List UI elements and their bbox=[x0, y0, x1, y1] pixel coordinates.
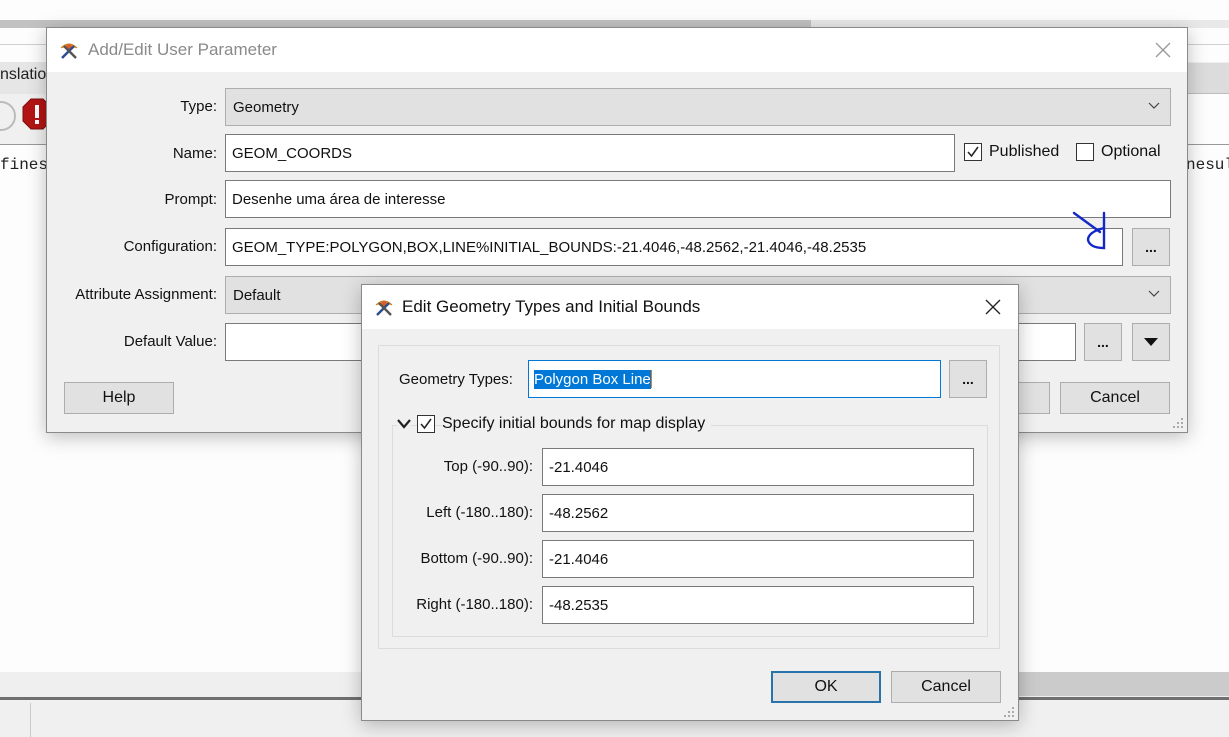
cancel-button[interactable]: Cancel bbox=[891, 671, 1001, 703]
background-status-separator bbox=[30, 703, 31, 737]
background-tab-label[interactable]: nslatio bbox=[0, 66, 46, 84]
prompt-input[interactable]: Desenhe uma área de interesse bbox=[225, 180, 1171, 218]
attribute-assignment-value: Default bbox=[233, 286, 281, 304]
geometry-types-input[interactable]: Polygon Box Line bbox=[528, 360, 941, 398]
right-bound-label: Right (-180..180): bbox=[416, 596, 533, 613]
background-log-text: fines bbox=[0, 156, 49, 174]
text-cursor bbox=[650, 370, 652, 388]
background-tab-strip-right bbox=[1186, 62, 1229, 94]
collapse-chevron-icon[interactable] bbox=[397, 419, 411, 429]
bounds-group-label[interactable]: Specify initial bounds for map display bbox=[442, 415, 712, 433]
cancel-button-label: Cancel bbox=[921, 678, 971, 695]
top-bound-label: Top (-90..90): bbox=[443, 458, 533, 475]
configuration-edit-button[interactable]: ... bbox=[1132, 228, 1170, 266]
geometry-types-selected-text: Polygon Box Line bbox=[534, 369, 651, 389]
annotation-scribble-icon bbox=[1072, 211, 1106, 250]
geometry-types-label: Geometry Types: bbox=[399, 371, 513, 388]
type-label: Type: bbox=[180, 98, 217, 115]
dialog-title: Add/Edit User Parameter bbox=[88, 40, 277, 59]
configuration-label: Configuration: bbox=[123, 238, 217, 255]
optional-label[interactable]: Optional bbox=[1101, 143, 1161, 161]
name-label: Name: bbox=[172, 145, 217, 162]
top-bound-input[interactable]: -21.4046 bbox=[542, 448, 974, 486]
ellipsis-label: ... bbox=[962, 371, 974, 387]
help-button-label: Help bbox=[102, 389, 136, 406]
chevron-down-icon bbox=[1148, 102, 1160, 109]
chevron-down-icon bbox=[1148, 290, 1160, 297]
close-icon[interactable] bbox=[983, 297, 1003, 317]
ellipsis-label: ... bbox=[1097, 334, 1109, 350]
background-panel-border-right bbox=[1186, 144, 1229, 145]
dialog-title: Edit Geometry Types and Initial Bounds bbox=[402, 297, 701, 316]
bottom-bound-label: Bottom (-90..90): bbox=[420, 550, 533, 567]
default-value-edit-button[interactable]: ... bbox=[1084, 323, 1122, 361]
close-icon[interactable] bbox=[1153, 40, 1173, 60]
default-value-label: Default Value: bbox=[123, 333, 217, 350]
attribute-assignment-label: Attribute Assignment: bbox=[75, 286, 217, 303]
triangle-down-icon bbox=[1144, 338, 1158, 346]
prompt-label: Prompt: bbox=[164, 191, 217, 208]
optional-checkbox[interactable] bbox=[1076, 143, 1094, 161]
checkmark-icon bbox=[420, 418, 432, 430]
published-label[interactable]: Published bbox=[989, 143, 1059, 161]
cancel-button-label: Cancel bbox=[1090, 389, 1140, 406]
ok-button[interactable]: OK bbox=[771, 671, 881, 703]
ellipsis-label: ... bbox=[1145, 239, 1157, 255]
ok-button-label: OK bbox=[814, 678, 838, 695]
published-checkbox[interactable] bbox=[964, 143, 982, 161]
edit-geometry-types-dialog: Edit Geometry Types and Initial Bounds G… bbox=[361, 284, 1019, 721]
dialog-titlebar[interactable]: Add/Edit User Parameter bbox=[47, 28, 1187, 72]
background-log-text-right: nesul bbox=[1186, 156, 1229, 174]
type-value: Geometry bbox=[233, 98, 299, 116]
checkmark-icon bbox=[967, 146, 979, 158]
dialog-titlebar[interactable]: Edit Geometry Types and Initial Bounds bbox=[362, 285, 1018, 329]
cancel-button[interactable]: Cancel bbox=[1060, 382, 1170, 414]
configuration-input[interactable]: GEOM_TYPE:POLYGON,BOX,LINE%INITIAL_BOUND… bbox=[225, 228, 1123, 266]
left-bound-input[interactable]: -48.2562 bbox=[542, 494, 974, 532]
resize-grip-icon[interactable] bbox=[1172, 417, 1184, 429]
default-value-menu-button[interactable] bbox=[1132, 323, 1170, 361]
fme-app-icon bbox=[375, 300, 393, 316]
geometry-types-edit-button[interactable]: ... bbox=[949, 360, 987, 398]
type-dropdown[interactable]: Geometry bbox=[225, 88, 1171, 126]
bottom-bound-input[interactable]: -21.4046 bbox=[542, 540, 974, 578]
right-bound-input[interactable]: -48.2535 bbox=[542, 586, 974, 624]
background-panel-border bbox=[0, 144, 50, 145]
left-bound-label: Left (-180..180): bbox=[426, 504, 533, 521]
bounds-checkbox[interactable] bbox=[417, 415, 435, 433]
fme-app-icon bbox=[60, 43, 78, 59]
name-input[interactable]: GEOM_COORDS bbox=[225, 134, 955, 172]
background-horizontal-scrollbar[interactable] bbox=[1018, 672, 1229, 696]
help-button[interactable]: Help bbox=[64, 382, 174, 414]
resize-grip-icon[interactable] bbox=[1003, 706, 1015, 718]
